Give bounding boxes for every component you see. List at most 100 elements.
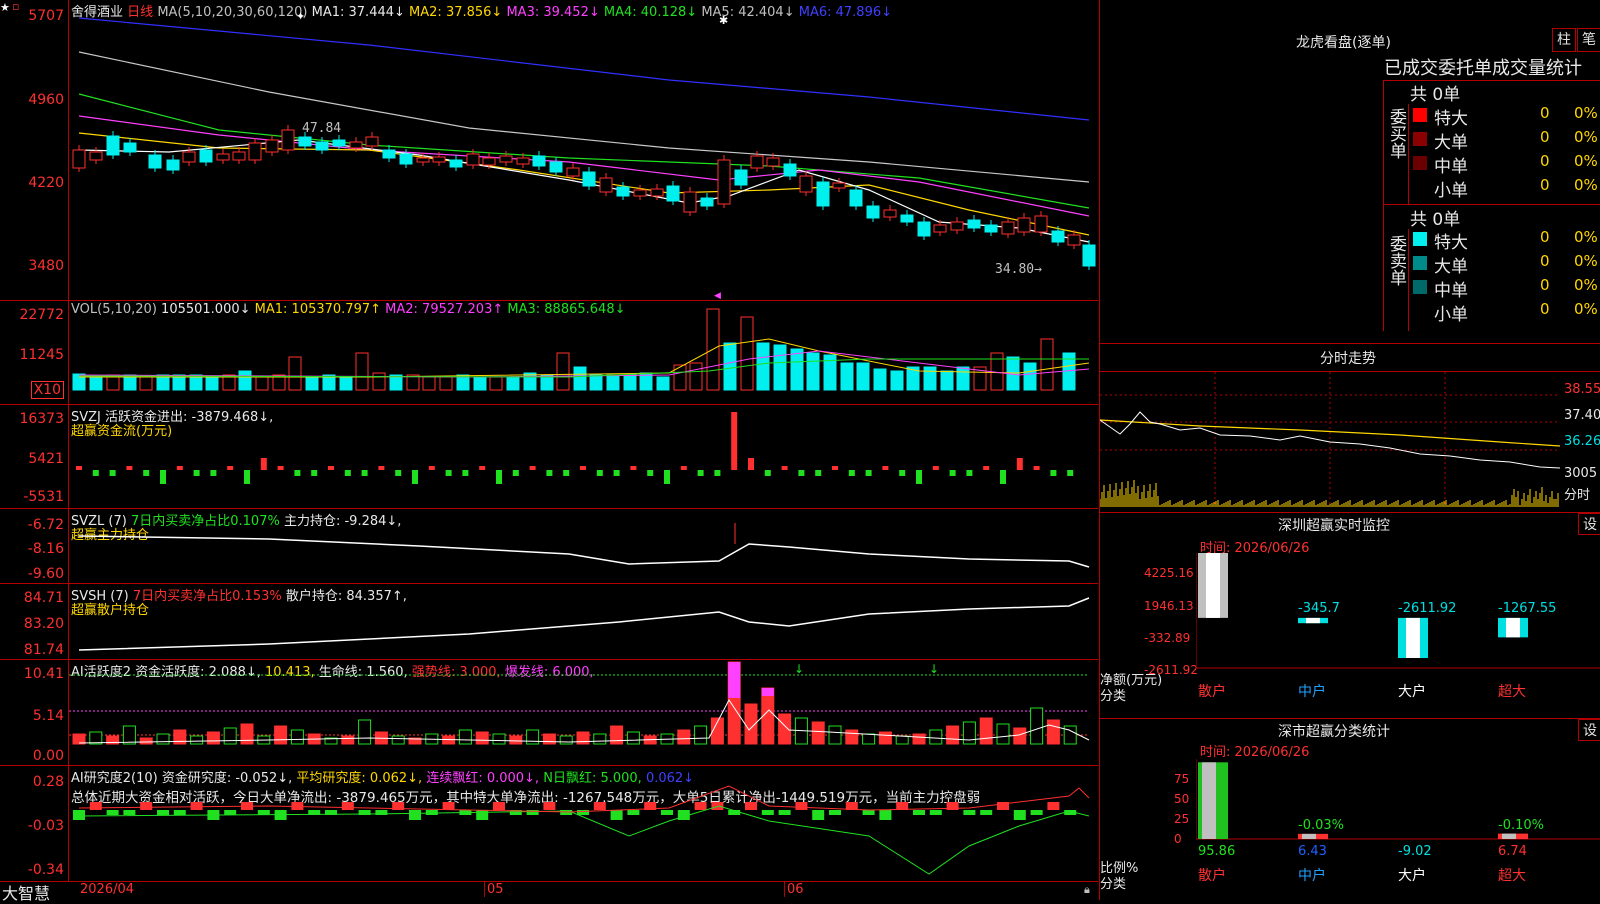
candle: [399, 153, 413, 165]
sz-bar-value: 4225.16: [1198, 553, 1252, 554]
flow-bar: [92, 470, 99, 476]
lock-icon[interactable]: 🔒︎: [1084, 883, 1090, 897]
research-bar: [1030, 810, 1043, 815]
activity-bar: [677, 729, 691, 745]
price-chart[interactable]: 47.84 34.80→ ✦ ✱ ◀: [69, 0, 1098, 300]
sell-row-swatch: [1413, 280, 1427, 294]
flow-bar: [143, 470, 150, 476]
svzj-y-label: 5421: [28, 451, 64, 467]
price-y-axis: 5707 4960 4220 3480: [0, 0, 69, 300]
class-bottom-value: 6.43: [1298, 844, 1327, 859]
price-y-label: 3480: [28, 258, 64, 274]
sz-bar-value: -2611.92: [1398, 601, 1456, 616]
ai-active-panel[interactable]: 10.41 5.14 0.00 AI活跃度2 资金活跃度: 2.088↓, 10…: [0, 660, 1098, 766]
flow-bar: [916, 470, 922, 484]
candle: [298, 136, 312, 147]
ai-research-chart[interactable]: [69, 766, 1098, 881]
settings-button[interactable]: 设: [1578, 719, 1600, 741]
activity-bar: [845, 729, 859, 745]
candle: [216, 153, 230, 161]
research-bars: [73, 802, 1077, 820]
svzj-panel[interactable]: 16373 5421 -5531 SVZJ 活跃资金进出: -3879.468↓…: [0, 405, 1098, 509]
activity-bar: [996, 723, 1010, 745]
candle: [766, 157, 780, 167]
bar-view-button[interactable]: 柱: [1552, 28, 1576, 52]
ai-research-panel[interactable]: 0.28 -0.03 -0.34 AI研究度2(10) 资金研究度: -0.05…: [0, 766, 1098, 882]
activity-bar: [458, 729, 472, 745]
svzj-chart[interactable]: [69, 405, 1098, 508]
research-bar: [778, 810, 791, 815]
activity-bar: [593, 733, 607, 745]
research-bar: [409, 810, 421, 820]
volume-bar: [890, 370, 904, 391]
candle: [799, 175, 813, 193]
flow-bar: [378, 466, 385, 470]
activity-bar: [274, 725, 288, 745]
intraday-panel[interactable]: 分时走势 38.55 37.40 36.26 3005 分时: [1099, 344, 1600, 512]
date-axis[interactable]: 大智慧 2026/04 05 06 🔒︎: [0, 882, 1098, 903]
intraday-chart[interactable]: [1100, 372, 1560, 507]
research-bar: [593, 802, 606, 810]
volume-unit: X10: [30, 381, 64, 399]
candle: [734, 169, 748, 186]
volume-bar: [556, 352, 570, 391]
sz-monitor-panel[interactable]: 深圳超赢实时监控 设 时间: 2026/06/26 4225.16 1946.1…: [1099, 513, 1600, 718]
volume-y-label: 22772: [19, 307, 64, 323]
sz-bar-highlight: [1306, 617, 1320, 624]
buy-row-count: 0: [1540, 104, 1550, 122]
candle: [984, 224, 998, 233]
volume-bar: [573, 366, 587, 391]
price-line: [1100, 411, 1560, 469]
candle: [750, 155, 764, 169]
volume-bar: [305, 376, 319, 391]
research-green-line: [78, 805, 1090, 875]
class-y-label: 50: [1174, 792, 1190, 806]
candle: [72, 149, 86, 169]
research-bar: [157, 810, 169, 815]
flow-bar: [361, 470, 368, 476]
flow-bar: [848, 470, 855, 476]
activity-bar: [190, 735, 204, 745]
candle: [466, 153, 480, 166]
svzl-chart[interactable]: [69, 509, 1098, 583]
price-y-label: 4960: [28, 92, 64, 108]
sz-class-panel[interactable]: 深市超赢分类统计 设 时间: 2026/06/26 75 50 25 0 比例%…: [1099, 719, 1600, 900]
flag-icon[interactable]: ▫: [12, 0, 19, 13]
settings-button[interactable]: 设: [1578, 513, 1600, 535]
activity-bar: [1063, 725, 1077, 745]
research-bar: [224, 810, 237, 815]
activity-bar: [122, 725, 136, 745]
cursor-marker-icon: ◀: [714, 291, 721, 300]
ai-active-y-axis: 10.41 5.14 0.00: [0, 660, 69, 765]
volume-y-label: 11245: [19, 347, 64, 363]
svzl-panel[interactable]: -6.72 -8.16 -9.60 SVZL (7) 7日内买卖净占比0.107…: [0, 509, 1098, 584]
svsh-chart[interactable]: [69, 584, 1098, 659]
volume-bar: [1023, 362, 1037, 391]
candle: [566, 167, 580, 177]
flow-bar: [966, 470, 973, 476]
volume-bar: [139, 376, 153, 391]
volume-panel[interactable]: 22772 11245 X10 VOL(5,10,20) 105501.000↓…: [0, 301, 1098, 405]
sz-monitor-chart[interactable]: 4225.16 -345.7 -2611.92 -1267.55: [1196, 553, 1600, 698]
buy-row-swatch: [1413, 132, 1427, 146]
activity-bar: [358, 719, 372, 745]
flow-bar: [899, 470, 906, 476]
volume-bar: [806, 352, 820, 391]
research-bar: [1047, 802, 1060, 810]
candle: [650, 188, 664, 197]
svsh-panel[interactable]: 84.71 83.20 81.74 SVSH (7) 7日内买卖净占比0.153…: [0, 584, 1098, 660]
volume-chart[interactable]: [69, 301, 1098, 404]
activity-bar: [156, 733, 170, 745]
activity-bar: [475, 731, 489, 745]
volume-bar: [656, 376, 670, 391]
price-panel[interactable]: 5707 4960 4220 3480 ★ ▫ 舍得酒业 日线 MA(5,10,…: [0, 0, 1098, 301]
sz-category-label: 超大: [1498, 684, 1526, 700]
dragon-tabs[interactable]: 已成交委托单成交量统计: [1384, 54, 1600, 81]
tick-view-button[interactable]: 笔: [1577, 28, 1600, 52]
sell-row-count: 0: [1540, 300, 1550, 318]
ai-active-chart[interactable]: ↓ ↓: [69, 660, 1098, 765]
flow-bar: [647, 470, 654, 476]
star-icon[interactable]: ★: [0, 1, 10, 14]
volume-bar: [89, 376, 103, 391]
candle: [849, 189, 863, 207]
